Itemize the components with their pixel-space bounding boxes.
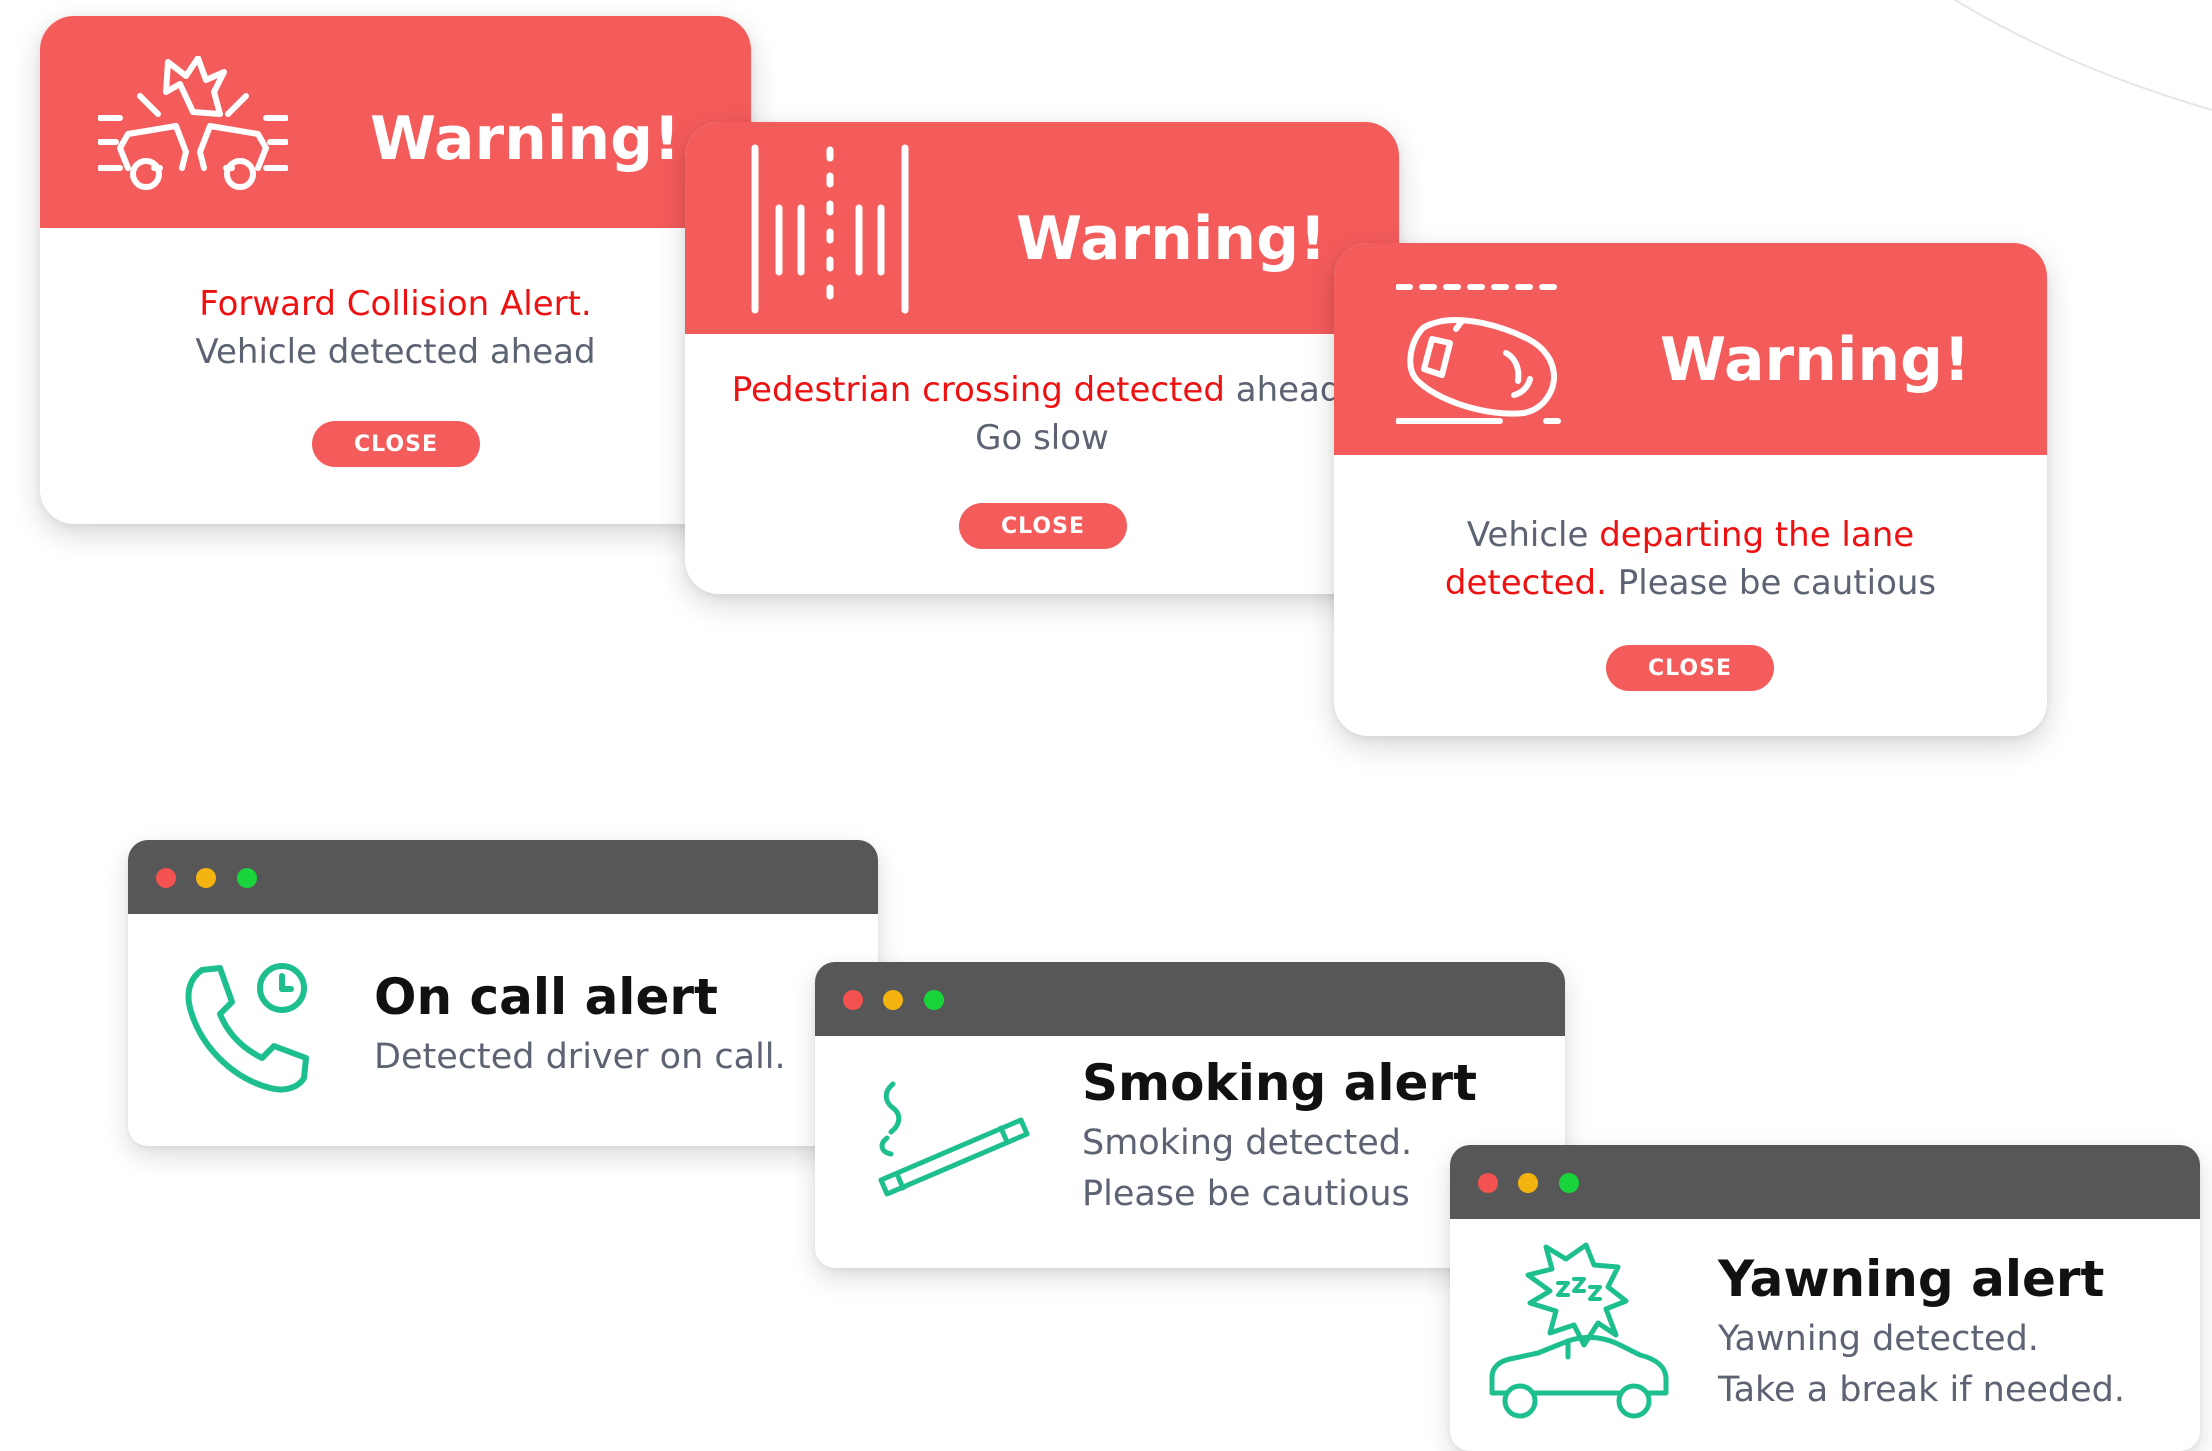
window-title-bar [1450, 1145, 2200, 1219]
window-close-dot[interactable] [1478, 1173, 1498, 1193]
highlight-text: Pedestrian crossing detected [731, 370, 1225, 410]
warning-message: Forward Collision Alert. Vehicle detecte… [40, 280, 751, 376]
warning-card-forward-collision: Warning! Forward Collision Alert. Vehicl… [40, 16, 751, 524]
sleepy-car-icon [1489, 1242, 1669, 1419]
collision-icon [98, 56, 288, 190]
highlight-text: departing the lane [1599, 515, 1915, 555]
message-text: Go slow [975, 418, 1109, 458]
warning-card-pedestrian-crossing: Warning! Pedestrian crossing detected ah… [685, 122, 1399, 594]
window-maximize-dot[interactable] [237, 868, 257, 888]
alert-line2: Take a break if needed. [1718, 1370, 2126, 1410]
warning-message-line2: Vehicle detected ahead [40, 328, 751, 376]
alert-line1: Smoking detected. [1082, 1123, 1413, 1163]
warning-header: Warning! [40, 16, 751, 228]
warning-card-lane-departure: Warning! Vehicle departing the lane dete… [1334, 243, 2047, 736]
window-minimize-dot[interactable] [883, 990, 903, 1010]
warning-message-line2: Go slow [685, 414, 1399, 462]
warning-title: Warning! [370, 104, 681, 174]
alert-line1: Yawning detected. [1718, 1319, 2039, 1359]
warning-header: Warning! [1334, 243, 2047, 455]
window-maximize-dot[interactable] [924, 990, 944, 1010]
warning-message-line1: Vehicle departing the lane [1334, 511, 2047, 559]
close-button[interactable]: CLOSE [1606, 645, 1774, 691]
alert-window-on-call: On call alert Detected driver on call. [128, 840, 878, 1146]
close-button[interactable]: CLOSE [959, 503, 1127, 549]
alert-line2: Please be cautious [1082, 1174, 1410, 1214]
phone-clock-icon [185, 963, 309, 1093]
window-minimize-dot[interactable] [1518, 1173, 1538, 1193]
warning-message-line1: Pedestrian crossing detected ahead. [685, 366, 1399, 414]
pedestrian-crossing-icon [751, 144, 909, 314]
warning-title: Warning! [1016, 204, 1327, 274]
message-text: Vehicle detected ahead [195, 332, 596, 372]
window-title-bar [128, 840, 878, 914]
warning-message: Vehicle departing the lane detected. Ple… [1334, 511, 2047, 607]
window-close-dot[interactable] [843, 990, 863, 1010]
window-maximize-dot[interactable] [1559, 1173, 1579, 1193]
warning-header: Warning! [685, 122, 1399, 334]
warning-message-line2: detected. Please be cautious [1334, 559, 2047, 607]
message-text: Vehicle [1466, 515, 1600, 555]
warning-message: Pedestrian crossing detected ahead. Go s… [685, 366, 1399, 462]
window-close-dot[interactable] [156, 868, 176, 888]
window-minimize-dot[interactable] [196, 868, 216, 888]
highlight-text: detected. [1444, 563, 1607, 603]
warning-title: Warning! [1660, 325, 1971, 395]
highlight-text: Forward Collision Alert. [199, 284, 592, 324]
cigarette-icon [878, 1081, 1030, 1197]
alert-window-yawning: Yawning alert Yawning detected. Take a b… [1450, 1145, 2200, 1451]
alert-title: Smoking alert [1082, 1054, 1477, 1112]
message-text: Please be cautious [1606, 563, 1937, 603]
warning-message-line1: Forward Collision Alert. [40, 280, 751, 328]
close-button[interactable]: CLOSE [312, 421, 480, 467]
alert-title: Yawning alert [1718, 1250, 2105, 1308]
window-title-bar [815, 962, 1565, 1036]
alert-title: On call alert [374, 968, 718, 1026]
alert-line1: Detected driver on call. [374, 1037, 786, 1077]
lane-departure-icon [1396, 284, 1561, 424]
